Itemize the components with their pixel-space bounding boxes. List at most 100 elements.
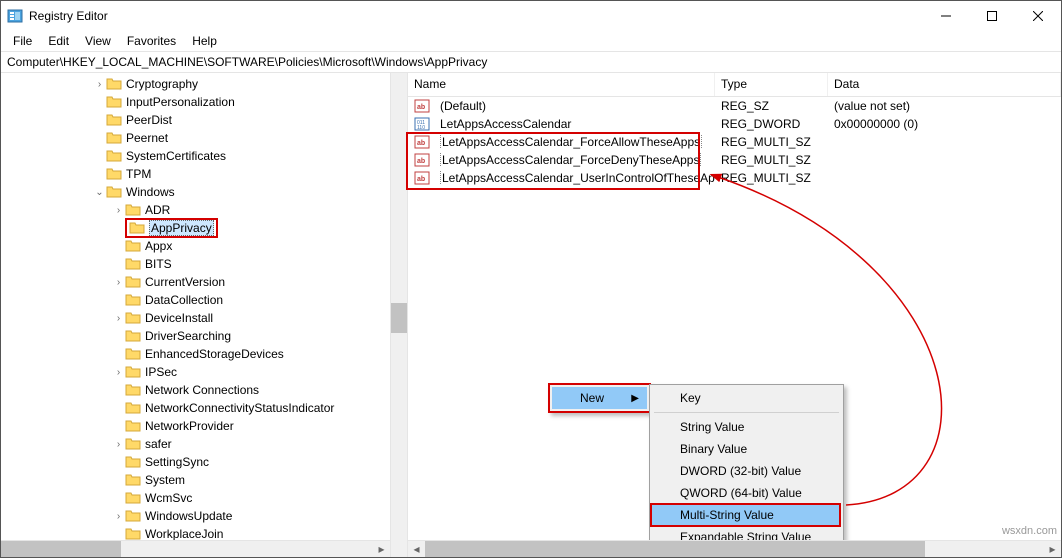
list-row[interactable]: ab(Default)REG_SZ(value not set): [408, 97, 1061, 115]
list-header: Name Type Data: [408, 73, 1061, 97]
watermark: wsxdn.com: [1002, 525, 1057, 537]
submenu-arrow-icon: ▶: [631, 393, 639, 404]
list-scrollbar-horizontal[interactable]: ◂ ▸: [408, 540, 1061, 557]
scroll-right-icon[interactable]: ▸: [373, 541, 390, 557]
expand-icon[interactable]: ›: [112, 205, 125, 216]
expand-icon[interactable]: ›: [112, 439, 125, 450]
string-value-icon: ab: [414, 152, 430, 168]
tree-item[interactable]: ›IPSec: [1, 363, 390, 381]
tree-item[interactable]: InputPersonalization: [1, 93, 390, 111]
list-body[interactable]: ab(Default)REG_SZ(value not set)011110Le…: [408, 97, 1061, 187]
menu-view[interactable]: View: [77, 32, 119, 50]
context-item-binary[interactable]: Binary Value: [652, 438, 841, 460]
tree-item[interactable]: ›Cryptography: [1, 75, 390, 93]
menu-file[interactable]: File: [5, 32, 40, 50]
tree-item[interactable]: ⌄Windows: [1, 183, 390, 201]
tree-item-label: WorkplaceJoin: [145, 527, 223, 541]
folder-icon: [125, 328, 141, 344]
tree-item-label: DriverSearching: [145, 329, 231, 343]
svg-text:ab: ab: [417, 140, 425, 147]
tree-item[interactable]: NetworkProvider: [1, 417, 390, 435]
address-bar[interactable]: Computer\HKEY_LOCAL_MACHINE\SOFTWARE\Pol…: [1, 51, 1061, 73]
string-value-icon: ab: [414, 170, 430, 186]
context-item-qword[interactable]: QWORD (64-bit) Value: [652, 482, 841, 504]
tree-item[interactable]: BITS: [1, 255, 390, 273]
scroll-right-icon[interactable]: ▸: [1044, 541, 1061, 557]
tree-item[interactable]: Network Connections: [1, 381, 390, 399]
scroll-left-icon[interactable]: ◂: [408, 541, 425, 557]
tree-item[interactable]: SystemCertificates: [1, 147, 390, 165]
folder-icon: [106, 148, 122, 164]
tree-item[interactable]: EnhancedStorageDevices: [1, 345, 390, 363]
tree-item-label: safer: [145, 437, 172, 451]
tree-item[interactable]: SettingSync: [1, 453, 390, 471]
folder-icon: [125, 292, 141, 308]
value-name: LetAppsAccessCalendar_ForceAllowTheseApp…: [434, 135, 715, 149]
expand-icon[interactable]: ›: [93, 79, 106, 90]
column-name[interactable]: Name: [408, 73, 715, 96]
context-item-multi-string[interactable]: Multi-String Value: [652, 504, 841, 526]
menu-edit[interactable]: Edit: [40, 32, 77, 50]
tree-scroll[interactable]: ›CryptographyInputPersonalizationPeerDis…: [1, 73, 390, 557]
tree-item[interactable]: TPM: [1, 165, 390, 183]
list-row[interactable]: abLetAppsAccessCalendar_UserInControlOfT…: [408, 169, 1061, 187]
list-row[interactable]: abLetAppsAccessCalendar_ForceDenyTheseAp…: [408, 151, 1061, 169]
svg-text:ab: ab: [417, 158, 425, 165]
tree-item[interactable]: AppPrivacy: [1, 219, 390, 237]
menu-favorites[interactable]: Favorites: [119, 32, 184, 50]
tree-item[interactable]: PeerDist: [1, 111, 390, 129]
tree-item[interactable]: System: [1, 471, 390, 489]
tree-item[interactable]: NetworkConnectivityStatusIndicator: [1, 399, 390, 417]
list-row[interactable]: ab LetAppsAccessCalendar_ForceAllowTheseA…: [408, 133, 1061, 151]
context-separator: [654, 412, 839, 413]
svg-text:110: 110: [417, 125, 425, 131]
folder-icon: [125, 202, 141, 218]
tree-item-label: CurrentVersion: [145, 275, 225, 289]
expand-icon[interactable]: ›: [112, 511, 125, 522]
collapse-icon[interactable]: ⌄: [93, 187, 106, 198]
folder-icon: [125, 256, 141, 272]
tree-item[interactable]: Peernet: [1, 129, 390, 147]
context-item-dword[interactable]: DWORD (32-bit) Value: [652, 460, 841, 482]
tree-item[interactable]: DriverSearching: [1, 327, 390, 345]
expand-icon[interactable]: ›: [112, 313, 125, 324]
folder-icon: [125, 418, 141, 434]
expand-icon[interactable]: ›: [112, 277, 125, 288]
regedit-icon: [7, 8, 23, 24]
tree-item[interactable]: WcmSvc: [1, 489, 390, 507]
tree-item[interactable]: Appx: [1, 237, 390, 255]
folder-icon: [106, 130, 122, 146]
tree-item-label: SettingSync: [145, 455, 209, 469]
context-item-new[interactable]: New ▶: [552, 387, 647, 409]
folder-icon: [106, 184, 122, 200]
string-value-icon: ab: [414, 134, 430, 150]
folder-icon: [125, 508, 141, 524]
tree-item[interactable]: DataCollection: [1, 291, 390, 309]
tree-hscroll-thumb[interactable]: [1, 541, 121, 557]
value-data: 0x00000000 (0): [828, 117, 924, 131]
list-row[interactable]: 011110LetAppsAccessCalendarREG_DWORD0x00…: [408, 115, 1061, 133]
tree-item[interactable]: › CurrentVersion: [1, 273, 390, 291]
folder-icon: [125, 310, 141, 326]
tree-item[interactable]: ›ADR: [1, 201, 390, 219]
column-type[interactable]: Type: [715, 73, 828, 96]
context-item-string[interactable]: String Value: [652, 416, 841, 438]
tree-item-label: WindowsUpdate: [145, 509, 232, 523]
close-button[interactable]: [1015, 1, 1061, 31]
tree-scrollbar-thumb[interactable]: [391, 303, 407, 333]
tree-item[interactable]: › safer: [1, 435, 390, 453]
minimize-button[interactable]: [923, 1, 969, 31]
menu-help[interactable]: Help: [184, 32, 225, 50]
tree-item[interactable]: ›DeviceInstall: [1, 309, 390, 327]
list-hscroll-thumb[interactable]: [425, 541, 925, 557]
context-item-key[interactable]: Key: [652, 387, 841, 409]
column-data[interactable]: Data: [828, 73, 1061, 96]
expand-icon[interactable]: ›: [112, 367, 125, 378]
tree-scrollbar-vertical[interactable]: [390, 73, 407, 557]
folder-icon: [129, 220, 145, 236]
tree-item-label: Appx: [145, 239, 172, 253]
tree-scrollbar-horizontal[interactable]: ◂ ▸: [1, 540, 390, 557]
maximize-button[interactable]: [969, 1, 1015, 31]
folder-icon: [125, 382, 141, 398]
tree-item[interactable]: › WindowsUpdate: [1, 507, 390, 525]
